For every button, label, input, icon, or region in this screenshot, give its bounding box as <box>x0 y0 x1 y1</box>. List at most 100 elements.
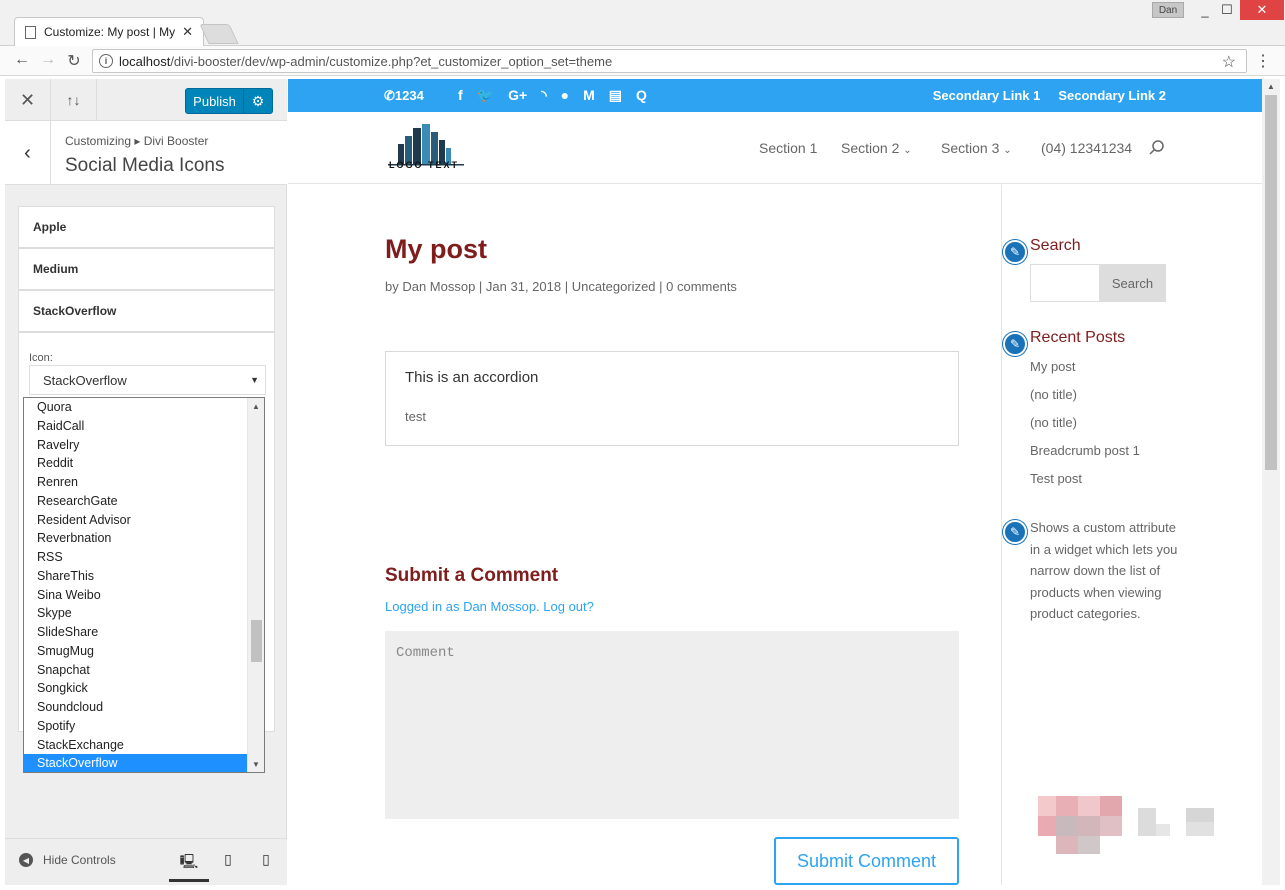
url-path: /divi-booster/dev/wp-admin/customize.php… <box>170 53 613 69</box>
dropdown-option[interactable]: SlideShare <box>24 623 264 642</box>
icon-label: Icon: <box>29 352 53 364</box>
close-customizer-icon[interactable]: ✕ <box>5 79 51 121</box>
profile-badge[interactable]: Dan <box>1152 2 1184 18</box>
search-icon[interactable] <box>1149 139 1165 155</box>
forward-arrow-icon[interactable]: → <box>38 51 58 69</box>
submit-comment-button[interactable]: Submit Comment <box>774 837 959 885</box>
dropdown-option[interactable]: SmugMug <box>24 642 264 661</box>
url-field[interactable]: i localhost /divi-booster/dev/wp-admin/c… <box>92 49 1247 73</box>
nav-phone[interactable]: (04) 12341234 <box>1041 140 1132 156</box>
dropdown-option[interactable]: Resident Advisor <box>24 511 264 530</box>
custom-widget-text: Shows a custom attribute in a widget whi… <box>1030 520 1178 622</box>
stackoverflow-icon[interactable]: ▤ <box>609 87 622 104</box>
dropdown-option[interactable]: Soundcloud <box>24 698 264 717</box>
dropdown-option[interactable]: RSS <box>24 548 264 567</box>
bookmark-star-icon[interactable]: ☆ <box>1222 52 1236 72</box>
apple-icon[interactable]: ● <box>561 87 569 104</box>
window-close-icon[interactable]: ✕ <box>1240 0 1284 20</box>
dropdown-scrollbar[interactable]: ▲ ▼ <box>247 398 264 772</box>
sidebar-divider <box>1001 185 1002 885</box>
accordion-body: test <box>405 409 426 424</box>
medium-icon[interactable]: M <box>583 87 595 104</box>
hide-controls-button[interactable]: ◀ Hide Controls <box>19 853 116 867</box>
nav-section-1[interactable]: Section 1 <box>759 140 817 156</box>
scroll-down-icon[interactable]: ▼ <box>248 756 264 772</box>
pencil-icon[interactable]: ✎ <box>1003 520 1027 544</box>
accordion-medium[interactable]: Medium <box>18 248 275 290</box>
dropdown-option[interactable]: StackOverflow <box>24 754 264 772</box>
dropdown-option[interactable]: Songkick <box>24 679 264 698</box>
dropdown-option[interactable]: Snapchat <box>24 661 264 680</box>
recent-post-link[interactable]: (no title) <box>1030 387 1077 402</box>
dropdown-option[interactable]: Quora <box>24 398 264 417</box>
accordion-title[interactable]: This is an accordion <box>405 369 538 386</box>
twitter-icon[interactable]: 🐦 <box>477 87 494 104</box>
preview-scrollbar[interactable]: ▲ <box>1262 79 1280 885</box>
facebook-icon[interactable]: f <box>458 87 463 104</box>
browser-titlebar: Customize: My post | My ✕ Dan _ ☐ ✕ <box>0 0 1285 46</box>
nav-section-2[interactable]: Section 2 ⌄ <box>841 140 912 156</box>
pencil-icon[interactable]: ✎ <box>1003 240 1027 264</box>
reload-icon[interactable]: ↻ <box>64 51 84 71</box>
dropdown-option[interactable]: Sina Weibo <box>24 586 264 605</box>
icon-select-value: StackOverflow <box>43 372 127 388</box>
logged-in-link[interactable]: Logged in as Dan Mossop. Log out? <box>385 599 594 614</box>
new-tab-button[interactable] <box>199 24 239 44</box>
reorder-icon[interactable]: ↑↓ <box>51 79 97 121</box>
back-arrow-icon[interactable]: ← <box>12 51 32 69</box>
dropdown-option[interactable]: Spotify <box>24 717 264 736</box>
browser-tab[interactable]: Customize: My post | My ✕ <box>14 17 204 46</box>
dropdown-option[interactable]: RaidCall <box>24 417 264 436</box>
tablet-preview-icon[interactable]: ▯ <box>217 851 239 868</box>
secondary-link-2[interactable]: Secondary Link 2 <box>1058 88 1166 103</box>
comment-textarea[interactable]: Comment <box>385 631 959 819</box>
scroll-thumb[interactable] <box>1265 95 1277 470</box>
quora-icon[interactable]: Q <box>636 87 647 104</box>
rss-icon[interactable]: ◝ <box>541 87 546 104</box>
dropdown-option[interactable]: ShareThis <box>24 567 264 586</box>
recent-post-link[interactable]: My post <box>1030 359 1076 374</box>
pixelated-watermark <box>1038 796 1214 854</box>
section-title: Social Media Icons <box>65 155 225 176</box>
secondary-link-1[interactable]: Secondary Link 1 <box>933 88 1041 103</box>
browser-menu-icon[interactable]: ⋮ <box>1255 51 1271 71</box>
phone-number[interactable]: ✆1234 <box>384 88 424 104</box>
recent-post-link[interactable]: Test post <box>1030 471 1082 486</box>
dropdown-option[interactable]: Reverbnation <box>24 529 264 548</box>
dropdown-option[interactable]: ResearchGate <box>24 492 264 511</box>
widget-search-button[interactable]: Search <box>1099 264 1166 302</box>
content-accordion[interactable]: This is an accordion test <box>385 351 959 446</box>
gear-icon[interactable]: ⚙ <box>244 89 272 113</box>
scroll-up-icon[interactable]: ▲ <box>248 398 264 414</box>
icon-select[interactable]: StackOverflow ▼ <box>29 365 266 395</box>
scroll-up-icon[interactable]: ▲ <box>1262 79 1280 93</box>
info-icon[interactable]: i <box>99 54 113 68</box>
dropdown-option[interactable]: Ravelry <box>24 436 264 455</box>
dropdown-option[interactable]: Reddit <box>24 454 264 473</box>
publish-label[interactable]: Publish <box>186 89 244 113</box>
publish-button[interactable]: Publish ⚙ <box>185 88 273 114</box>
nav-section-3-label: Section 3 <box>941 140 1000 156</box>
google-plus-icon[interactable]: G+ <box>508 87 527 104</box>
icon-dropdown-list[interactable]: Quora RaidCall Ravelry Reddit Renren Research… <box>23 397 265 773</box>
dropdown-option[interactable]: StackExchange <box>24 736 264 755</box>
phone-text: 1234 <box>394 88 424 103</box>
active-device-indicator <box>169 879 209 882</box>
maximize-icon[interactable]: ☐ <box>1212 0 1242 20</box>
accordion-stackoverflow[interactable]: StackOverflow <box>18 290 275 332</box>
scroll-thumb[interactable] <box>251 620 262 662</box>
dropdown-option[interactable]: Skype <box>24 604 264 623</box>
post-meta: by Dan Mossop | Jan 31, 2018 | Uncategor… <box>385 279 737 294</box>
nav-section-3[interactable]: Section 3 ⌄ <box>941 140 1012 156</box>
nav-section-2-label: Section 2 <box>841 140 900 156</box>
accordion-apple[interactable]: Apple <box>18 206 275 248</box>
pencil-icon[interactable]: ✎ <box>1003 332 1027 356</box>
back-chevron-icon[interactable]: ‹ <box>5 121 51 185</box>
widget-search-input[interactable] <box>1030 264 1100 302</box>
recent-post-link[interactable]: Breadcrumb post 1 <box>1030 443 1140 458</box>
tab-close-icon[interactable]: ✕ <box>182 24 193 40</box>
desktop-preview-icon[interactable]: 🖳 <box>178 851 200 875</box>
mobile-preview-icon[interactable]: ▯ <box>255 851 277 868</box>
dropdown-option[interactable]: Renren <box>24 473 264 492</box>
recent-post-link[interactable]: (no title) <box>1030 415 1077 430</box>
